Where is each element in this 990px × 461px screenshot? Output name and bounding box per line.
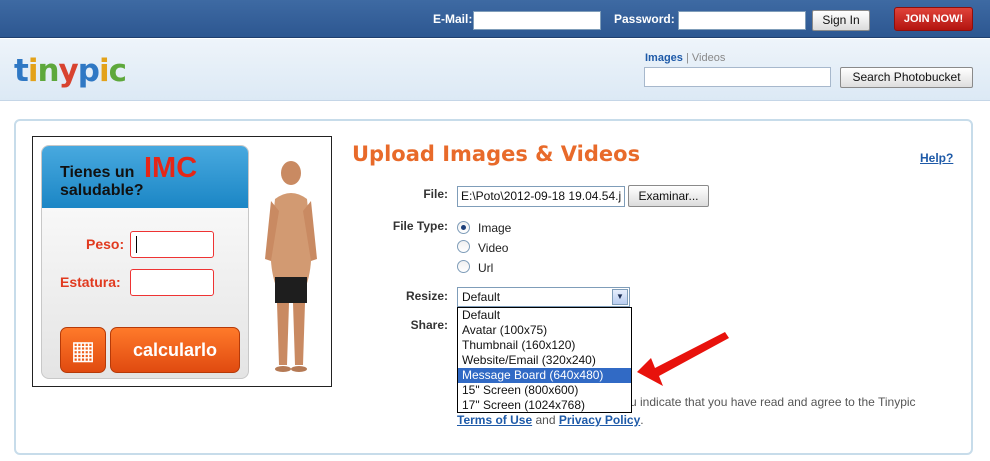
resize-option-website-email[interactable]: Website/Email (320x240) [458,353,631,368]
radio-image[interactable] [457,221,470,234]
ad-estatura-label: Estatura: [60,274,121,290]
resize-dropdown-list: Default Avatar (100x75) Thumbnail (160x1… [457,307,632,413]
resize-selected-value: Default [462,290,501,304]
search-input[interactable] [644,67,831,87]
page-title: Upload Images & Videos [352,142,641,166]
resize-option-avatar[interactable]: Avatar (100x75) [458,323,631,338]
radio-video-label[interactable]: Video [478,241,508,255]
radio-image-label[interactable]: Image [478,221,511,235]
ad-calcularlo-button[interactable]: calcularlo [110,327,240,373]
resize-option-15-screen[interactable]: 15" Screen (800x600) [458,383,631,398]
browse-button[interactable]: Examinar... [628,185,709,207]
terms-period: . [640,413,644,427]
email-label: E-Mail: [433,12,473,26]
ad-peso-input[interactable] [130,231,214,258]
password-label: Password: [614,12,675,26]
password-field[interactable] [678,11,806,30]
email-field[interactable] [473,11,601,30]
chevron-down-icon[interactable]: ▼ [612,289,628,305]
terms-and-text: and [535,413,556,427]
file-label: File: [423,187,448,201]
tab-separator: | [685,52,689,64]
search-tabs: Images | Videos [645,52,725,64]
terms-text: u indicate that you have read and agree … [630,395,916,409]
terms-of-use-link[interactable]: Terms of Use [457,413,532,427]
resize-option-message-board[interactable]: Message Board (640x480) [458,368,631,383]
terms-links: Terms of Use and Privacy Policy. [457,413,644,427]
ad-card: Tienes un IMC saludable? Peso: Estatura:… [41,145,249,379]
ad-imc-text: IMC [144,152,198,184]
file-type-label: File Type: [392,219,448,233]
calculator-icon[interactable]: ▦ [60,327,106,373]
tab-videos[interactable]: Videos [692,52,725,64]
person-figure-icon [265,161,317,372]
file-path-field[interactable]: E:\Poto\2012-09-18 19.04.54.j [457,186,625,207]
resize-select[interactable]: Default ▼ [457,287,630,307]
search-photobucket-button[interactable]: Search Photobucket [840,67,973,88]
resize-option-default[interactable]: Default [458,308,631,323]
red-arrow-icon [637,332,729,386]
ad-peso-label: Peso: [86,236,125,252]
help-link[interactable]: Help? [920,151,953,165]
site-header: tinypic Images | Videos Search Photobuck… [0,39,990,101]
ad-question-line2: saludable? [60,182,144,199]
top-bar: E-Mail: Password: Sign In JOIN NOW! [0,0,990,38]
resize-option-thumbnail[interactable]: Thumbnail (160x120) [458,338,631,353]
tinypic-logo[interactable]: tinypic [14,53,127,89]
sign-in-button[interactable]: Sign In [812,10,870,31]
share-label: Share: [410,318,448,332]
imc-ad-banner[interactable]: Tienes un IMC saludable? Peso: Estatura:… [32,136,332,387]
ad-question-line1: Tienes un [60,164,135,181]
resize-label: Resize: [405,289,448,303]
privacy-policy-link[interactable]: Privacy Policy [559,413,640,427]
join-now-button[interactable]: JOIN NOW! [894,7,973,31]
tab-images[interactable]: Images [645,52,683,64]
text-cursor [136,236,137,253]
radio-url[interactable] [457,260,470,273]
radio-url-label[interactable]: Url [478,261,493,275]
ad-estatura-input[interactable] [130,269,214,296]
resize-option-17-screen[interactable]: 17" Screen (1024x768) [458,398,631,413]
radio-video[interactable] [457,240,470,253]
